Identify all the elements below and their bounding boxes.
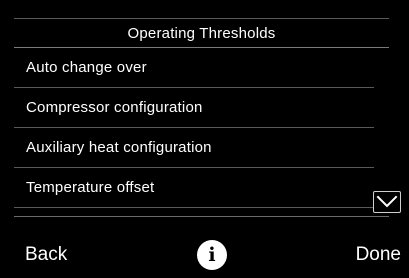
page-title-bar: Operating Thresholds	[14, 18, 389, 48]
menu-item-temperature-offset[interactable]: Temperature offset	[14, 168, 374, 208]
thermostat-screen: Operating Thresholds Auto change over Co…	[0, 0, 409, 278]
chevron-down-icon	[376, 195, 398, 208]
page-title: Operating Thresholds	[127, 24, 276, 42]
done-button[interactable]: Done	[356, 244, 401, 266]
menu-item-label: Auto change over	[26, 59, 147, 76]
menu-item-auto-change-over[interactable]: Auto change over	[14, 48, 374, 88]
menu-item-label: Temperature offset	[26, 179, 155, 196]
back-button[interactable]: Back	[25, 244, 67, 266]
menu-item-label: Compressor configuration	[26, 99, 203, 116]
menu-item-compressor-configuration[interactable]: Compressor configuration	[14, 88, 374, 128]
bottom-action-bar: Back i Done	[0, 236, 409, 276]
info-icon: i	[208, 243, 216, 266]
scroll-down-button[interactable]	[373, 191, 401, 213]
menu-item-auxiliary-heat-configuration[interactable]: Auxiliary heat configuration	[14, 128, 374, 168]
info-button[interactable]: i	[197, 240, 227, 270]
list-divider	[14, 216, 389, 217]
menu-item-label: Auxiliary heat configuration	[26, 139, 212, 156]
